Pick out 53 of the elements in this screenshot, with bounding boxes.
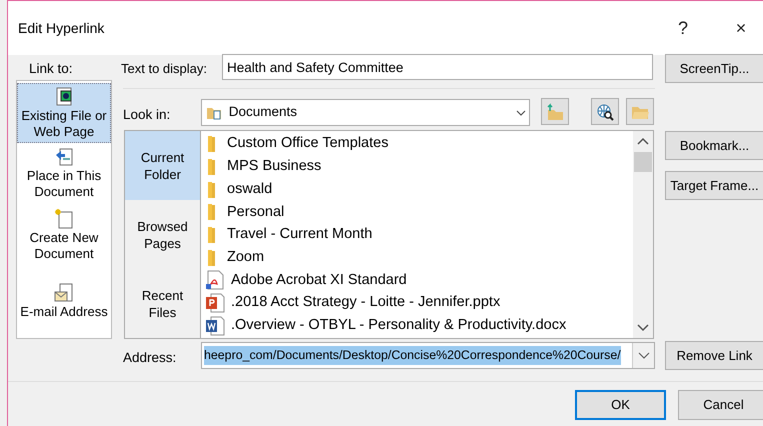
- scroll-up-icon: [637, 137, 649, 145]
- caret-icon: [638, 352, 650, 360]
- link-type-button[interactable]: Place in This Document: [17, 143, 111, 203]
- file-item[interactable]: .Overview - OTBYL - Personality & Productivity.docx: [231, 314, 566, 337]
- link-type-button[interactable]: Create New Document: [17, 205, 111, 265]
- folder-icon: [208, 159, 215, 176]
- address-label: Address:: [123, 349, 176, 367]
- folder-icon: [208, 136, 215, 152]
- document-icon: [53, 208, 75, 230]
- look-in-label: Look in:: [123, 106, 170, 124]
- up-folder-button[interactable]: [541, 98, 569, 125]
- file-item[interactable]: Travel - Current Month: [227, 224, 372, 246]
- text-to-display-label: Text to display:: [121, 60, 207, 78]
- document-icon: [53, 282, 75, 304]
- nav-tab[interactable]: Browsed Pages: [125, 200, 200, 269]
- address-field[interactable]: heepro_com/Documents/Desktop/Concise%20Correspondence%20Course/: [201, 342, 655, 369]
- file-item[interactable]: .2018 Acct Strategy - Loitte - Jennifer.pptx: [231, 292, 500, 314]
- file-item[interactable]: Adobe Acrobat XI Standard: [231, 270, 407, 292]
- link-to-label: Link to:: [29, 60, 73, 78]
- dialog-button[interactable]: Cancel: [678, 390, 763, 420]
- dialog-button[interactable]: Target Frame...: [665, 171, 763, 200]
- document-file-icon: [205, 316, 225, 336]
- link-type-button[interactable]: E-mail Address: [17, 279, 111, 323]
- dialog-button[interactable]: OK: [575, 390, 666, 420]
- file-item[interactable]: Personal: [227, 202, 284, 224]
- scrollbar[interactable]: [633, 131, 653, 338]
- look-in-dropdown[interactable]: Documents: [201, 99, 530, 126]
- window-title: Edit Hyperlink: [18, 18, 106, 38]
- dialog-button[interactable]: Bookmark...: [665, 131, 763, 160]
- browse-web-icon: [595, 102, 615, 120]
- file-item[interactable]: Zoom: [227, 246, 264, 269]
- nav-tab[interactable]: Recent Files: [125, 269, 200, 338]
- scroll-down-icon: [637, 324, 649, 332]
- pdf-file-icon: [205, 270, 225, 290]
- folder-icon: [208, 182, 215, 198]
- folder-icon: [208, 227, 215, 244]
- nav-tab[interactable]: Current Folder: [125, 131, 200, 200]
- folder-icon: [208, 204, 215, 220]
- file-item[interactable]: Custom Office Templates: [227, 133, 388, 156]
- browse-web-button[interactable]: [591, 98, 619, 125]
- scroll-thumb[interactable]: [634, 152, 652, 172]
- dialog-button[interactable]: Remove Link: [665, 341, 763, 370]
- link-type-button[interactable]: Existing File or Web Page: [17, 83, 111, 143]
- close-button[interactable]: ×: [712, 14, 763, 42]
- text-to-display-field[interactable]: Health and Safety Committee: [222, 54, 653, 80]
- help-button[interactable]: ?: [654, 14, 712, 42]
- file-item[interactable]: MPS Business: [227, 156, 322, 178]
- up-folder-icon: [545, 102, 565, 120]
- dialog-button[interactable]: ScreenTip...: [665, 54, 763, 83]
- browse-file-button[interactable]: [626, 98, 654, 125]
- file-item[interactable]: oswald: [227, 178, 272, 201]
- presentation-file-icon: [205, 293, 225, 314]
- folder-icon: [208, 250, 215, 266]
